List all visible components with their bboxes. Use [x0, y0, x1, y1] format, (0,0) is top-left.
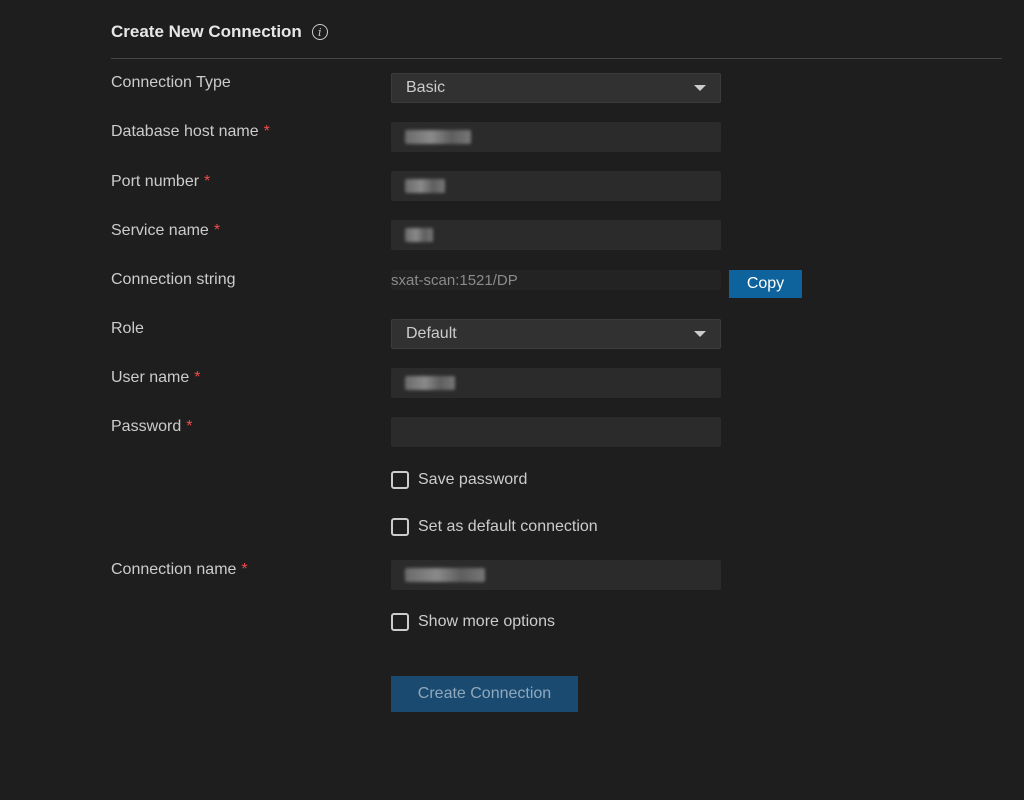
connection-string-value: sxat-scan:1521/DP: [391, 270, 721, 290]
checkbox-box[interactable]: [391, 613, 409, 631]
redacted-value: [405, 228, 433, 242]
host-input[interactable]: [391, 122, 721, 152]
save-password-checkbox[interactable]: Save password: [391, 471, 527, 489]
page-header: Create New Connection i: [111, 22, 328, 42]
info-icon[interactable]: i: [311, 24, 328, 40]
connection-type-select[interactable]: Basic: [391, 73, 721, 103]
role-value: Default: [406, 325, 457, 342]
service-input[interactable]: [391, 220, 721, 250]
role-label: Role: [111, 320, 144, 337]
default-connection-checkbox[interactable]: Set as default connection: [391, 518, 598, 536]
save-password-label: Save password: [418, 471, 528, 488]
header-divider: [111, 58, 1002, 59]
password-input[interactable]: [391, 417, 721, 447]
connection-type-value: Basic: [406, 79, 446, 96]
connection-name-input[interactable]: [391, 560, 721, 590]
chevron-down-icon: [694, 331, 706, 337]
password-label: Password *: [111, 418, 193, 435]
port-input[interactable]: [391, 171, 721, 201]
connection-string-label: Connection string: [111, 271, 236, 288]
service-label: Service name *: [111, 222, 221, 239]
connection-name-label: Connection name *: [111, 561, 248, 578]
more-options-checkbox[interactable]: Show more options: [391, 613, 555, 631]
host-label: Database host name *: [111, 123, 270, 140]
create-connection-page: Create New Connection i Connection Type …: [0, 0, 1024, 800]
page-title: Create New Connection: [111, 22, 302, 41]
default-connection-label: Set as default connection: [418, 518, 598, 535]
port-label: Port number *: [111, 173, 211, 190]
copy-button[interactable]: Copy: [729, 270, 802, 298]
create-connection-button[interactable]: Create Connection: [391, 676, 578, 712]
user-label: User name *: [111, 369, 201, 386]
connection-type-label: Connection Type: [111, 74, 231, 91]
checkbox-box[interactable]: [391, 471, 409, 489]
checkbox-box[interactable]: [391, 518, 409, 536]
more-options-label: Show more options: [418, 613, 555, 630]
redacted-value: [405, 568, 485, 582]
redacted-value: [405, 179, 445, 193]
role-select[interactable]: Default: [391, 319, 721, 349]
redacted-value: [405, 376, 455, 390]
redacted-value: [405, 130, 471, 144]
user-input[interactable]: [391, 368, 721, 398]
chevron-down-icon: [694, 85, 706, 91]
